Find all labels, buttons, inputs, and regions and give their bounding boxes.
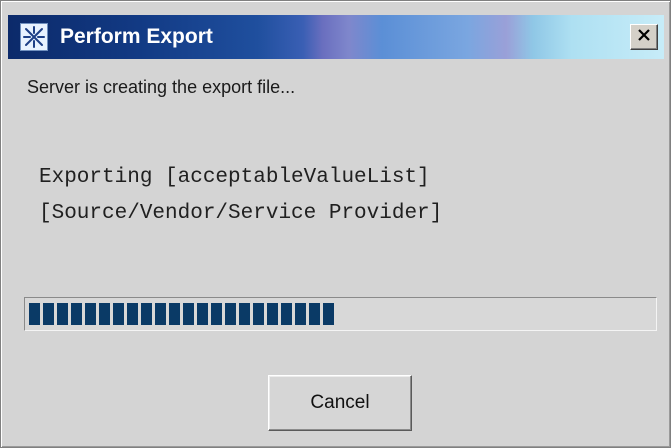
progress-segment <box>169 303 180 325</box>
progress-segment <box>141 303 152 325</box>
progress-segment <box>197 303 208 325</box>
progress-segment <box>155 303 166 325</box>
export-progress-bar <box>24 297 657 331</box>
window-title: Perform Export <box>60 25 213 48</box>
cancel-button[interactable]: Cancel <box>268 375 412 431</box>
progress-segment <box>281 303 292 325</box>
export-category-line: [Source/Vendor/Service Provider] <box>39 202 443 225</box>
progress-segment <box>99 303 110 325</box>
progress-segment <box>127 303 138 325</box>
progress-segment <box>323 303 334 325</box>
progress-segment <box>85 303 96 325</box>
export-item-line: Exporting [acceptableValueList] <box>39 166 430 189</box>
export-app-icon <box>20 23 48 51</box>
progress-segment <box>267 303 278 325</box>
close-button[interactable] <box>630 24 658 50</box>
close-icon <box>637 28 651 47</box>
progress-segment <box>43 303 54 325</box>
progress-segment <box>57 303 68 325</box>
progress-segment <box>225 303 236 325</box>
title-bar[interactable]: Perform Export <box>8 15 664 59</box>
progress-fill <box>29 303 334 325</box>
progress-segment <box>29 303 40 325</box>
progress-segment <box>309 303 320 325</box>
progress-segment <box>183 303 194 325</box>
export-dialog: Perform Export Server is creating the ex… <box>0 0 671 448</box>
progress-segment <box>211 303 222 325</box>
progress-segment <box>253 303 264 325</box>
progress-segment <box>239 303 250 325</box>
status-message: Server is creating the export file... <box>27 77 296 97</box>
progress-segment <box>71 303 82 325</box>
progress-segment <box>113 303 124 325</box>
progress-segment <box>295 303 306 325</box>
